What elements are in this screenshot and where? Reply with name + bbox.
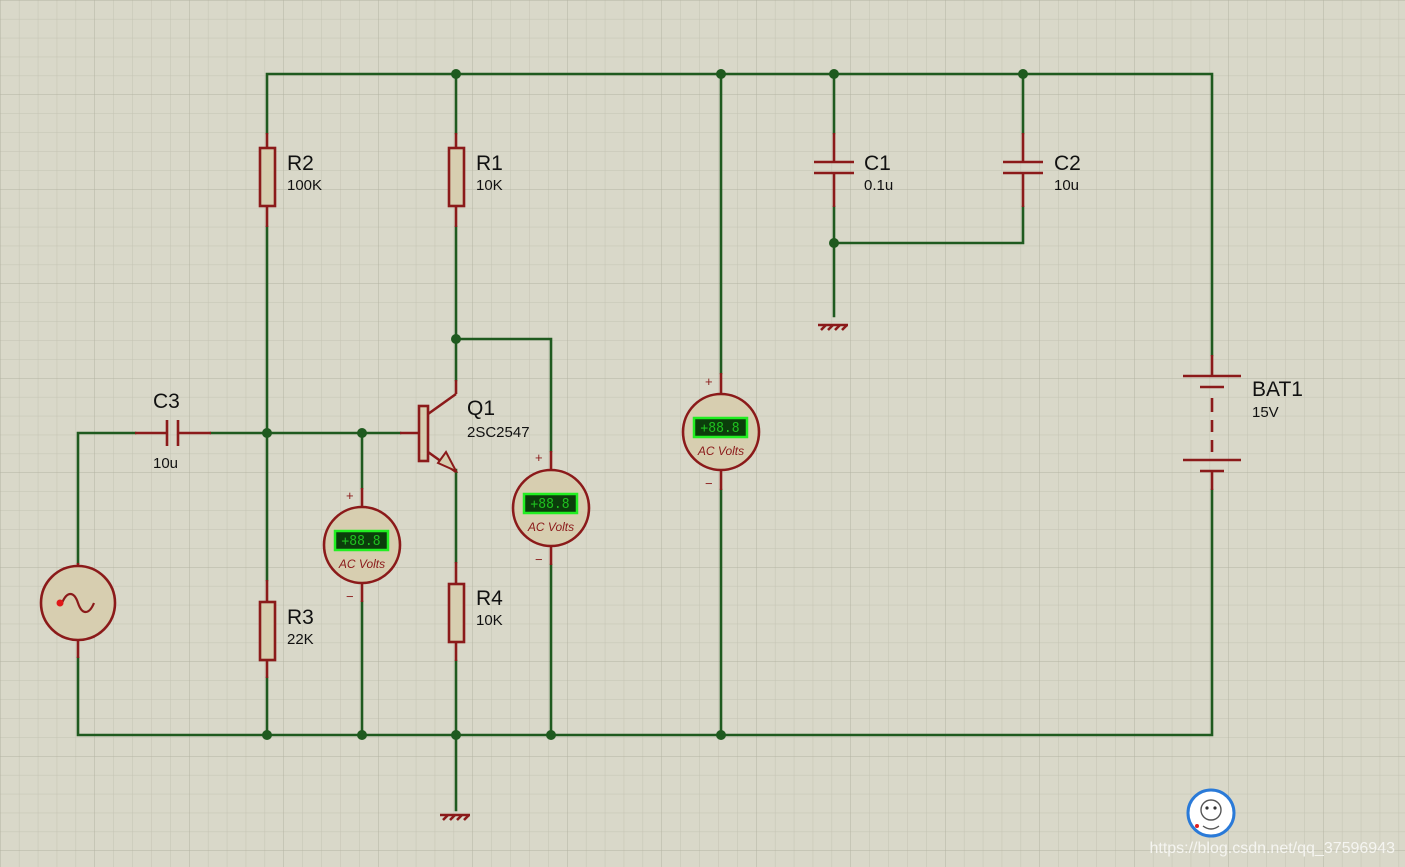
meter-label: AC Volts (338, 557, 385, 571)
meter-label: AC Volts (527, 520, 574, 534)
c1-value: 0.1u (864, 177, 893, 194)
r4-value: 10K (476, 612, 503, 629)
c3-value: 10u (153, 455, 178, 472)
c2-ref: C2 (1054, 152, 1081, 175)
meter-reading: +88.8 (700, 421, 739, 436)
r1-ref: R1 (476, 152, 503, 175)
r3-ref: R3 (287, 606, 314, 629)
meter-label: AC Volts (697, 444, 744, 458)
plus-sign: + (535, 450, 543, 465)
minus-sign: − (535, 552, 543, 567)
bat1-value: 15V (1252, 404, 1279, 421)
meter-reading: +88.8 (530, 497, 569, 512)
plus-sign: + (346, 488, 354, 503)
r4-ref: R4 (476, 587, 503, 610)
c2-value: 10u (1054, 177, 1079, 194)
minus-sign: − (346, 589, 354, 604)
r1-value: 10K (476, 177, 503, 194)
schematic-canvas: R2 100K R1 10K R3 22K R4 10K C1 0.1u C2 … (0, 0, 1405, 867)
watermark-logo (1186, 788, 1236, 838)
r3-value: 22K (287, 631, 314, 648)
watermark-text: https://blog.csdn.net/qq_37596943 (1149, 840, 1395, 857)
meter-reading: +88.8 (341, 534, 380, 549)
q1-value: 2SC2547 (467, 424, 530, 441)
plus-sign: + (705, 374, 713, 389)
r2-value: 100K (287, 177, 322, 194)
c3-ref: C3 (153, 390, 180, 413)
bat1-ref: BAT1 (1252, 378, 1303, 401)
q1-ref: Q1 (467, 397, 495, 420)
r2-ref: R2 (287, 152, 314, 175)
minus-sign: − (705, 476, 713, 491)
c1-ref: C1 (864, 152, 891, 175)
